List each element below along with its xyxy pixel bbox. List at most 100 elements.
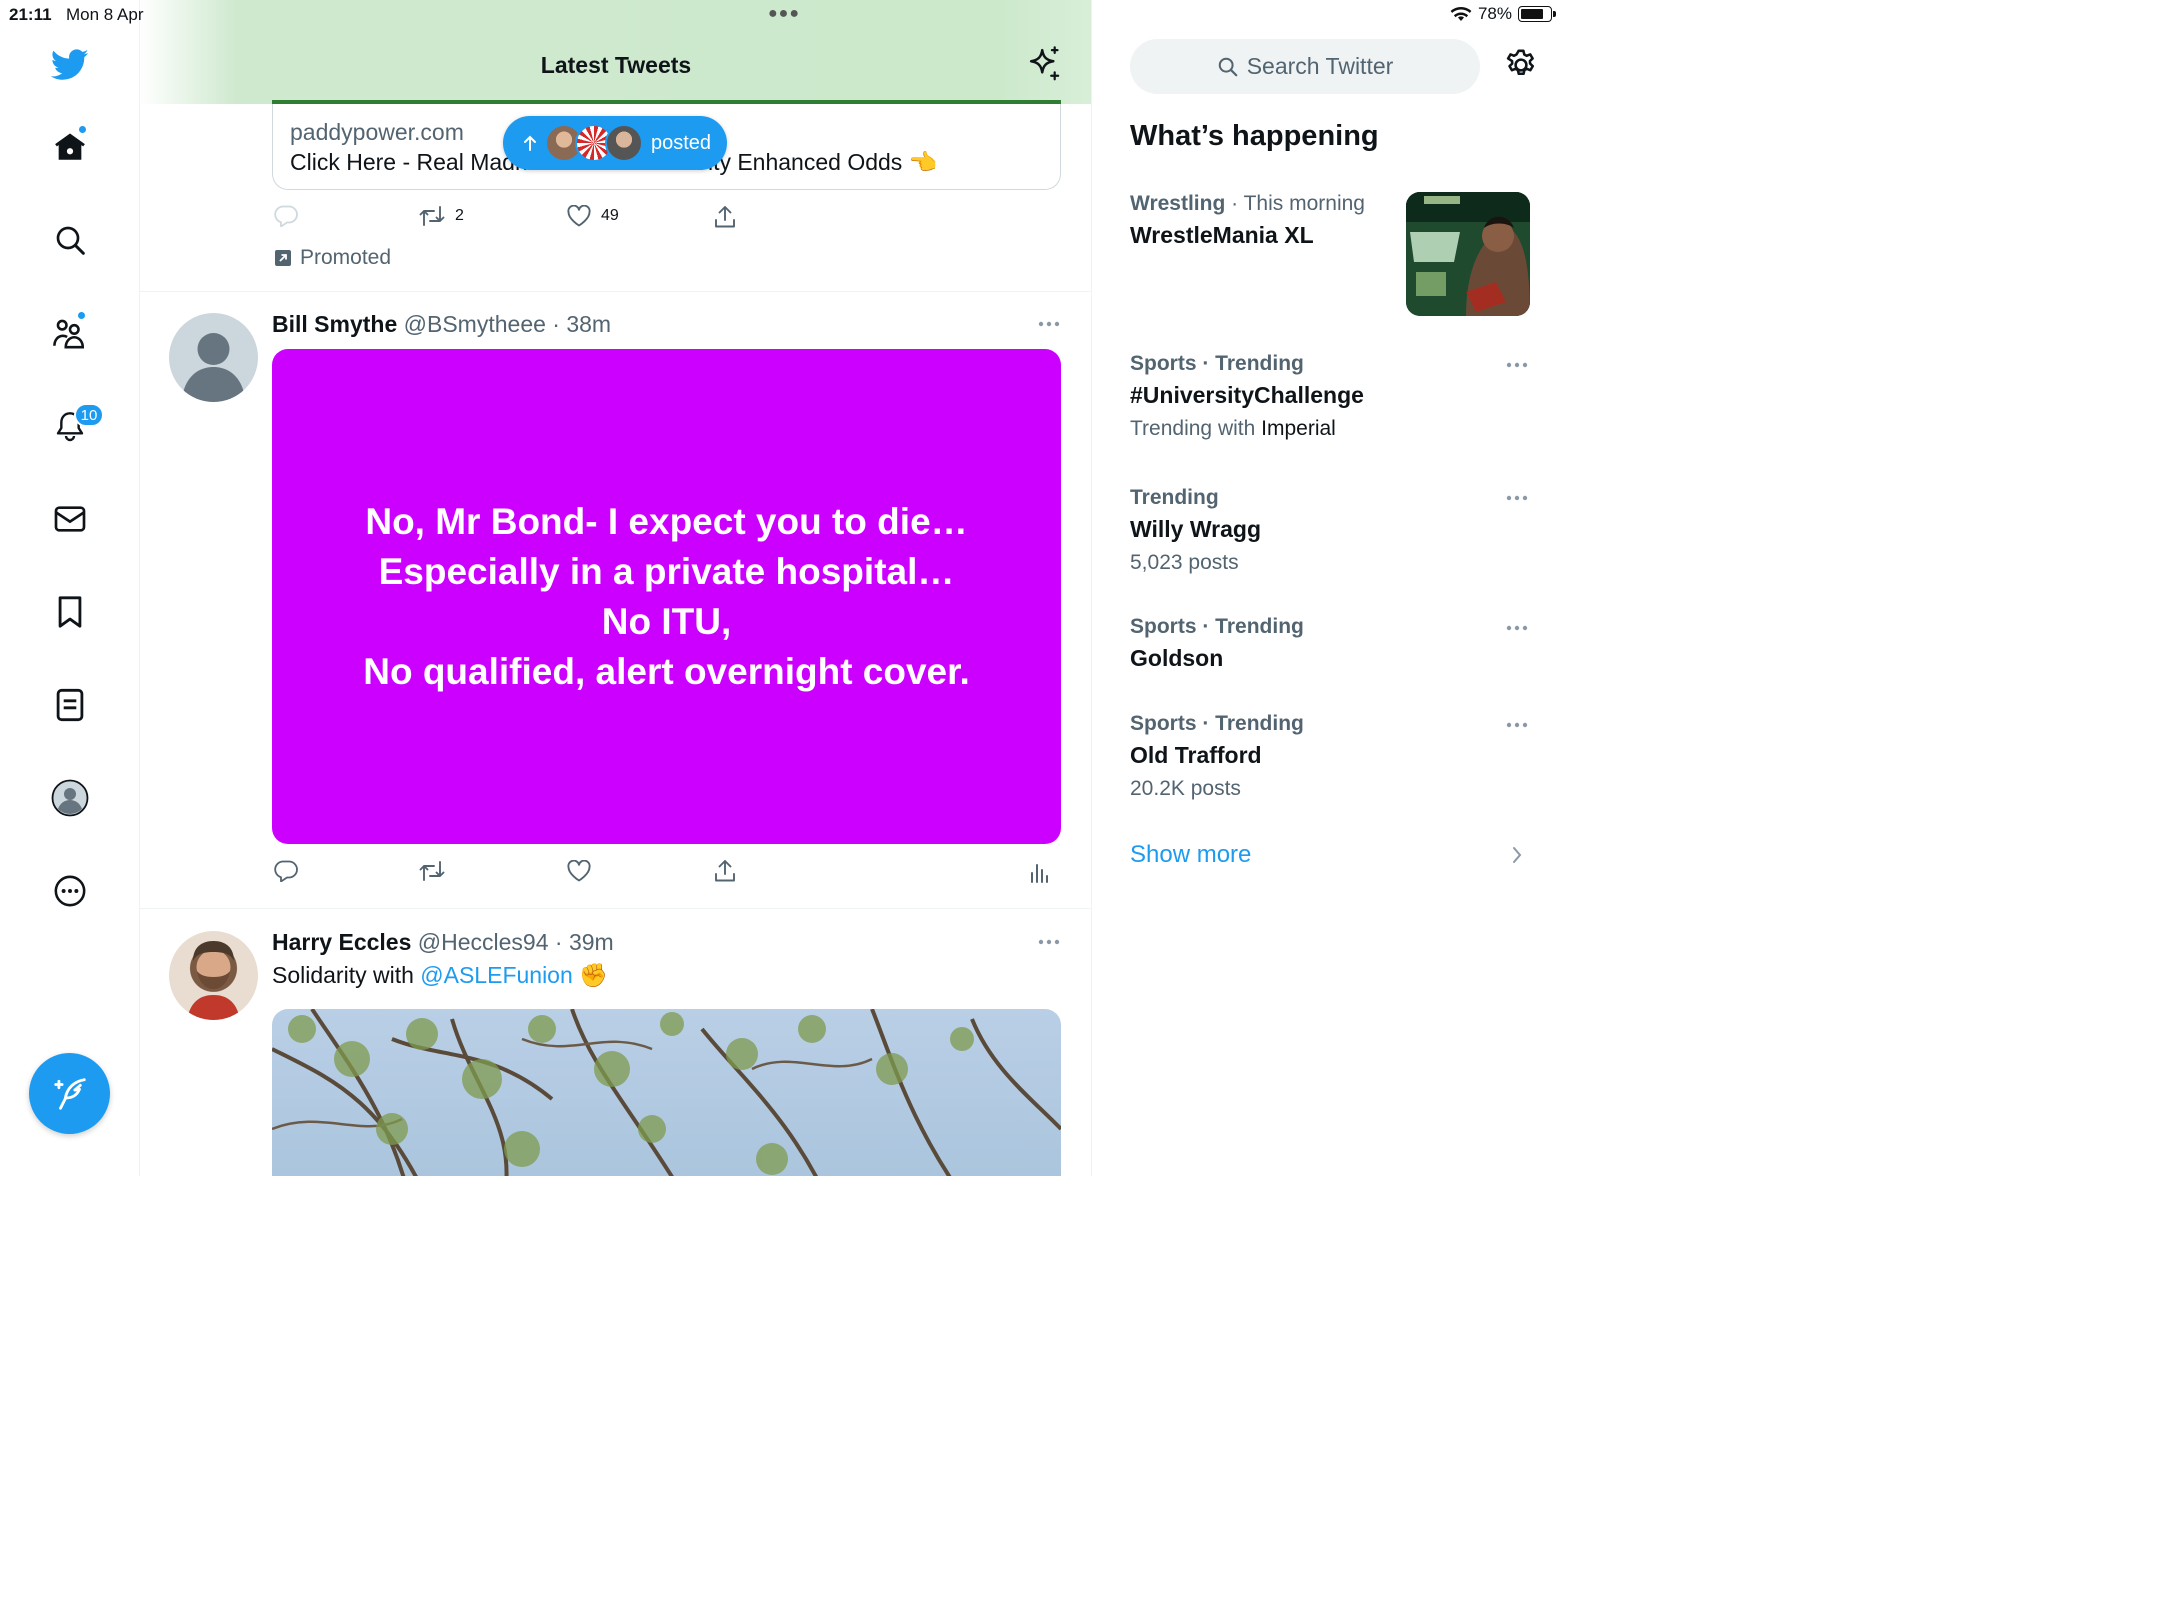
analytics-bars-icon: [1031, 864, 1048, 883]
status-bar: 21:11 Mon 8 Apr ●●● 78%: [0, 0, 1566, 28]
trend-thumbnail-image[interactable]: [1406, 192, 1530, 316]
tweet-author-handle[interactable]: @BSmytheee: [404, 311, 546, 337]
notifications-badge: 10: [74, 403, 104, 427]
tweet-timestamp[interactable]: · 39m: [555, 929, 614, 955]
trend-sub-prefix: Trending with: [1130, 417, 1256, 440]
like-count: 49: [601, 207, 619, 224]
trend-context: · This morning: [1231, 192, 1365, 215]
share-button[interactable]: [714, 205, 736, 229]
reply-button[interactable]: [274, 205, 298, 227]
settings-gear-icon[interactable]: [1504, 47, 1538, 83]
retweet-count: 2: [455, 207, 464, 224]
chevron-right-icon: [1513, 847, 1522, 863]
trend-name: Willy Wragg: [1130, 516, 1261, 542]
share-icon: [715, 860, 735, 882]
tweet-author-avatar[interactable]: [169, 313, 258, 402]
trend-item[interactable]: Sports · Trending Goldson: [1130, 615, 1530, 672]
lists-icon[interactable]: [47, 682, 93, 728]
trend-category: Trending: [1130, 486, 1219, 509]
compose-feather-icon: [53, 1077, 86, 1110]
tweet-timestamp[interactable]: · 38m: [552, 311, 611, 337]
retweet-button[interactable]: 2: [419, 205, 464, 227]
like-button[interactable]: [567, 860, 591, 882]
home-new-dot: [78, 125, 87, 134]
sparkle-icon[interactable]: [1028, 46, 1062, 82]
tweet-image[interactable]: No, Mr Bond- I expect you to die… Especi…: [272, 349, 1061, 844]
explore-search-icon[interactable]: [47, 217, 93, 263]
whats-happening-heading: What’s happening: [1130, 120, 1379, 152]
tweet-author-name[interactable]: Bill Smythe: [272, 311, 397, 337]
trend-more-icon[interactable]: [1506, 722, 1528, 728]
compose-tweet-button[interactable]: [29, 1053, 110, 1134]
share-icon: [715, 206, 735, 228]
trend-item[interactable]: Sports · Trending Old Trafford 20.2K pos…: [1130, 712, 1530, 801]
trees-photo: [272, 1009, 1061, 1176]
search-input[interactable]: Search Twitter: [1130, 39, 1480, 94]
share-button[interactable]: [714, 859, 736, 883]
like-button[interactable]: 49: [567, 205, 619, 227]
header-progress-bar: [272, 100, 1061, 104]
twitter-logo-icon[interactable]: [47, 42, 93, 88]
tweet-more-icon[interactable]: [1038, 321, 1060, 327]
multitasking-dots-icon[interactable]: ●●●: [768, 5, 800, 23]
trend-item[interactable]: Sports · Trending #UniversityChallenge T…: [1130, 352, 1530, 441]
tweet-author-avatar[interactable]: [169, 931, 258, 1020]
trend-more-icon[interactable]: [1506, 362, 1528, 368]
tweet-image-line: No qualified, alert overnight cover.: [363, 650, 970, 692]
communities-icon[interactable]: [47, 310, 93, 356]
wrestlemania-poster: [1406, 192, 1530, 316]
retweet-icon: [419, 206, 445, 226]
tweet-more-icon[interactable]: [1038, 939, 1060, 945]
search-icon: [1218, 57, 1238, 76]
new-posts-label: posted: [651, 131, 712, 154]
new-post-avatar: [605, 124, 643, 162]
tweet-author-name[interactable]: Harry Eccles: [272, 929, 411, 955]
promoted-icon: [275, 250, 291, 266]
trend-item[interactable]: Trending Willy Wragg 5,023 posts: [1130, 486, 1530, 575]
retweet-icon: [419, 861, 445, 881]
tweet-image-line: Especially in a private hospital…: [378, 550, 955, 592]
tweet-header: Bill Smythe @BSmytheee · 38m: [272, 311, 611, 338]
trend-post-count: 20.2K posts: [1130, 777, 1241, 800]
more-options-circle-icon[interactable]: [47, 868, 93, 914]
trend-category: Wrestling: [1130, 192, 1226, 215]
battery-percent: 78%: [1477, 4, 1512, 23]
tweet-header: Harry Eccles @Heccles94 · 39m: [272, 929, 614, 956]
trend-more-icon[interactable]: [1506, 625, 1528, 631]
tweet-divider: [140, 908, 1091, 909]
new-posts-pill[interactable]: posted: [503, 116, 727, 170]
trend-related-link[interactable]: Imperial: [1261, 417, 1336, 440]
trend-more-icon[interactable]: [1506, 495, 1528, 501]
reply-button[interactable]: [274, 860, 298, 882]
trend-category: Sports: [1130, 615, 1197, 638]
battery-icon: [1518, 6, 1556, 22]
status-time: 21:11: [9, 5, 52, 24]
trend-category: Sports: [1130, 352, 1197, 375]
promoted-text: Promoted: [300, 246, 392, 269]
analytics-button[interactable]: [1030, 861, 1050, 883]
arrow-up-icon: [523, 135, 537, 151]
right-sidebar: Search Twitter What’s happening Wrestlin…: [1092, 0, 1566, 1176]
retweet-button[interactable]: [419, 860, 445, 882]
messages-envelope-icon[interactable]: [47, 496, 93, 542]
status-date: Mon 8 Apr: [66, 5, 144, 24]
home-icon[interactable]: [47, 124, 93, 170]
tweet-divider: [140, 291, 1091, 292]
default-avatar-icon: [183, 333, 244, 402]
left-navigation: 10: [0, 0, 140, 1176]
show-more-link[interactable]: Show more: [1130, 841, 1251, 869]
tweet-mention-link[interactable]: @ASLEFunion: [420, 962, 573, 988]
tweet-text: Solidarity with @ASLEFunion ✊: [272, 962, 608, 989]
bookmarks-icon[interactable]: [47, 589, 93, 635]
tweet-photo[interactable]: [272, 1009, 1061, 1176]
tweet-author-handle[interactable]: @Heccles94: [418, 929, 549, 955]
search-placeholder: Search Twitter: [1246, 53, 1394, 79]
reply-icon: [274, 860, 298, 882]
heart-icon: [567, 205, 591, 227]
timeline: paddypower.com Click Here - Real Madrid …: [140, 0, 1092, 1176]
trend-context: · Trending: [1202, 615, 1304, 638]
author-photo: [187, 941, 240, 1020]
profile-avatar-icon[interactable]: [47, 775, 93, 821]
reply-icon: [274, 205, 298, 227]
trend-context: · Trending: [1202, 352, 1304, 375]
